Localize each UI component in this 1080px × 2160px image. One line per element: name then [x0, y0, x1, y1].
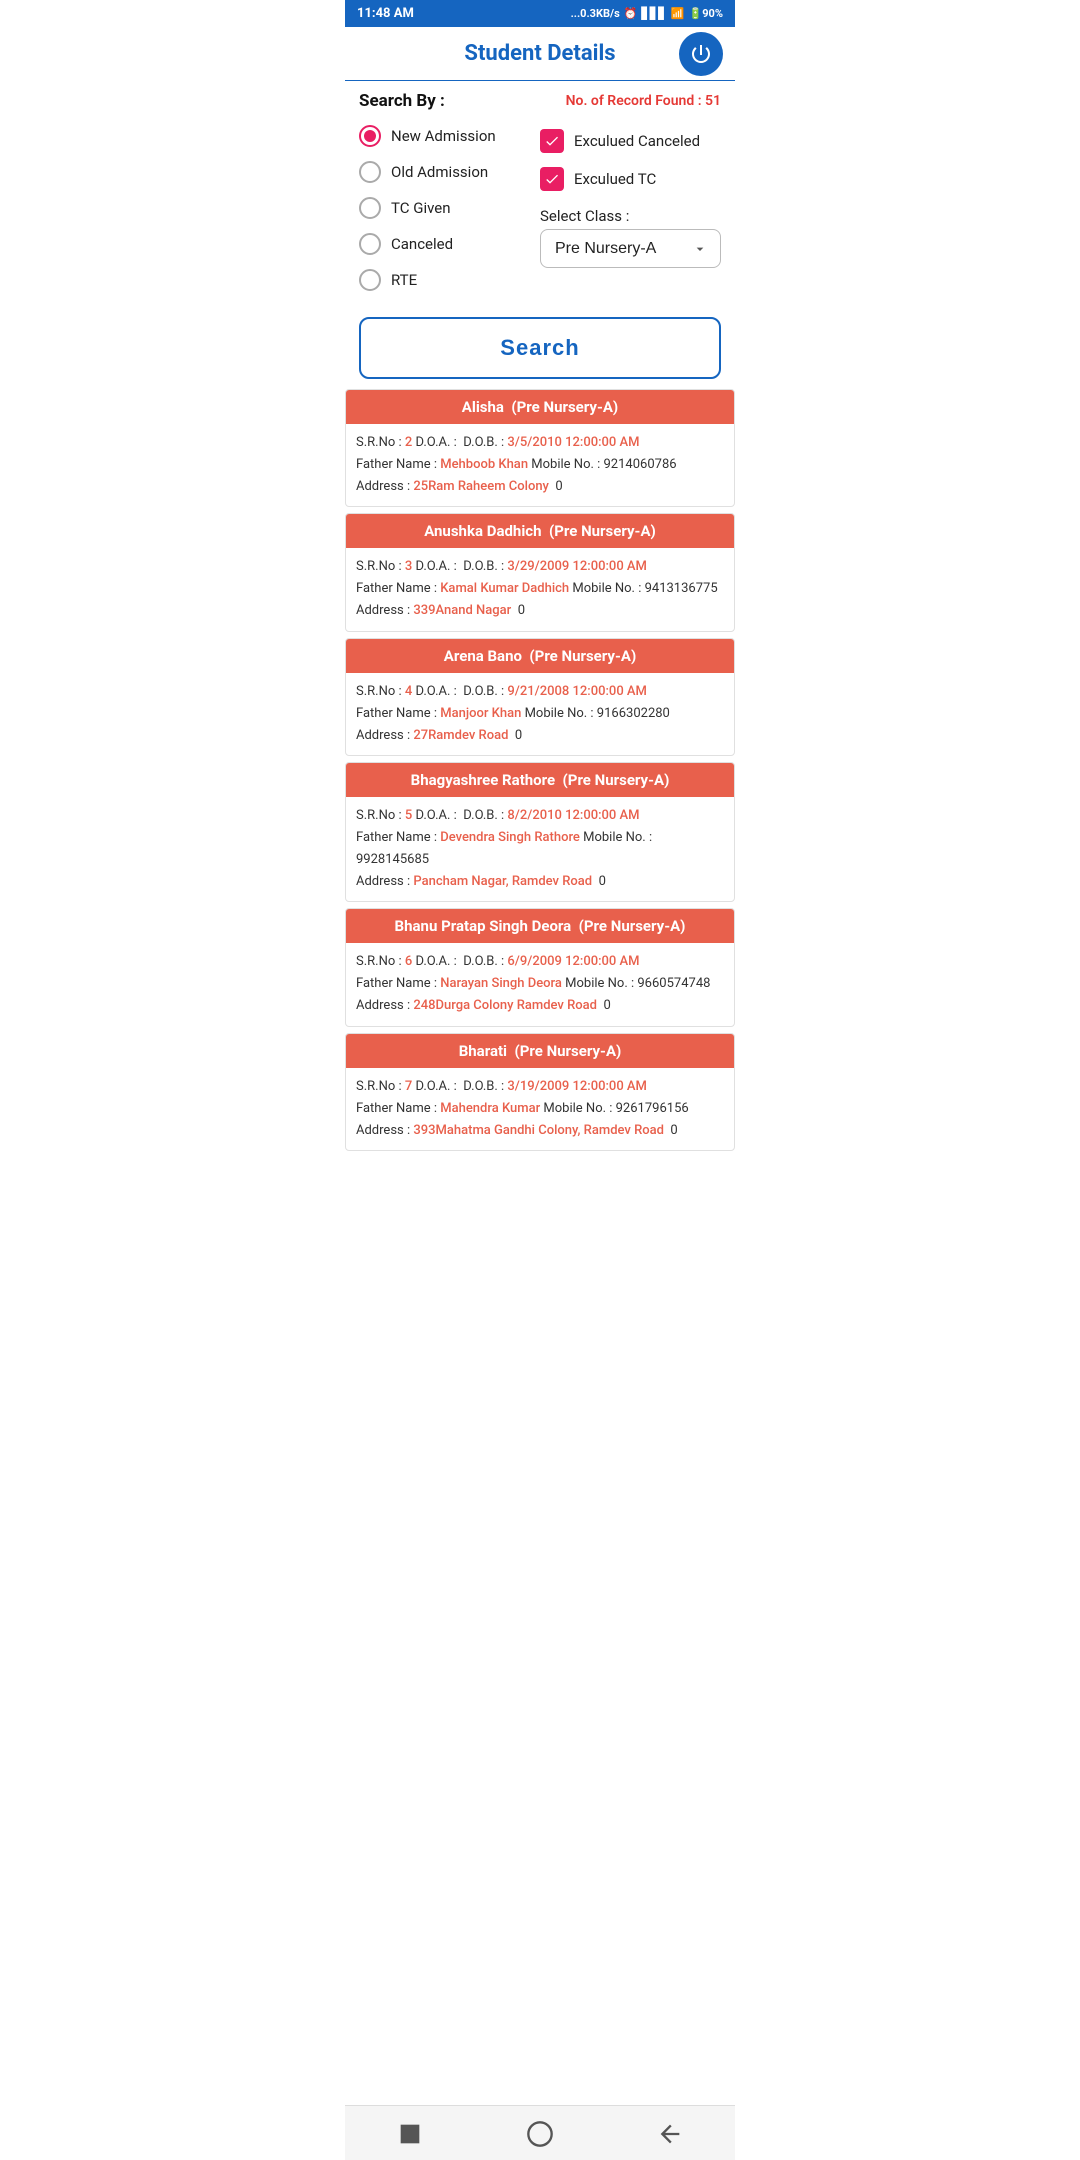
radio-circle-canceled: [359, 233, 381, 255]
checkbox-label-exculued-canceled: Exculued Canceled: [574, 132, 700, 150]
status-right: ...0.3KB/s ⏰ ▋▋▋ 📶 🔋90%: [571, 7, 723, 20]
radio-tc-given[interactable]: TC Given: [359, 193, 540, 223]
checkbox-exculued-tc[interactable]: Exculued TC: [540, 163, 721, 195]
student-info-address: Address : 248Durga Colony Ramdev Road 0: [356, 995, 724, 1017]
header: Student Details: [345, 27, 735, 81]
checkbox-exculued-canceled[interactable]: Exculued Canceled: [540, 125, 721, 157]
select-class-section: Select Class : Pre Nursery-A Pre Nursery…: [540, 207, 721, 268]
back-button[interactable]: [654, 2118, 686, 2150]
student-info-sr: S.R.No : 7 D.O.A. : D.O.B. : 3/19/2009 1…: [356, 1076, 724, 1098]
radio-rte[interactable]: RTE: [359, 265, 540, 295]
student-card-body: S.R.No : 5 D.O.A. : D.O.B. : 8/2/2010 12…: [346, 797, 734, 901]
radio-circle-new-admission: [359, 125, 381, 147]
power-icon: [689, 42, 713, 66]
radio-new-admission[interactable]: New Admission: [359, 121, 540, 151]
home-circle-icon: [526, 2120, 554, 2148]
student-info-sr: S.R.No : 6 D.O.A. : D.O.B. : 6/9/2009 12…: [356, 951, 724, 973]
student-card[interactable]: Bharati (Pre Nursery-A) S.R.No : 7 D.O.A…: [345, 1033, 735, 1151]
student-info-father: Father Name : Mahendra Kumar Mobile No. …: [356, 1098, 724, 1120]
radio-circle-tc-given: [359, 197, 381, 219]
radio-old-admission[interactable]: Old Admission: [359, 157, 540, 187]
student-card-body: S.R.No : 4 D.O.A. : D.O.B. : 9/21/2008 1…: [346, 673, 734, 755]
checkmark-icon: [544, 133, 560, 149]
radio-label-old-admission: Old Admission: [391, 163, 488, 181]
nav-bar: [345, 2105, 735, 2160]
student-info-sr: S.R.No : 3 D.O.A. : D.O.B. : 3/29/2009 1…: [356, 556, 724, 578]
student-card-body: S.R.No : 2 D.O.A. : D.O.B. : 3/5/2010 12…: [346, 424, 734, 506]
radio-circle-old-admission: [359, 161, 381, 183]
student-info-sr: S.R.No : 5 D.O.A. : D.O.B. : 8/2/2010 12…: [356, 805, 724, 827]
search-button[interactable]: Search: [359, 317, 721, 379]
status-bar: 11:48 AM ...0.3KB/s ⏰ ▋▋▋ 📶 🔋90%: [345, 0, 735, 27]
wifi-icon: 📶: [671, 7, 685, 20]
student-card[interactable]: Arena Bano (Pre Nursery-A) S.R.No : 4 D.…: [345, 638, 735, 756]
student-info-father: Father Name : Kamal Kumar Dadhich Mobile…: [356, 578, 724, 600]
filter-left: New Admission Old Admission TC Given Can…: [359, 121, 540, 295]
student-info-father: Father Name : Mehboob Khan Mobile No. : …: [356, 454, 724, 476]
filter-grid: New Admission Old Admission TC Given Can…: [359, 121, 721, 295]
student-info-address: Address : 25Ram Raheem Colony 0: [356, 476, 724, 498]
radio-label-new-admission: New Admission: [391, 127, 496, 145]
student-info-address: Address : 393Mahatma Gandhi Colony, Ramd…: [356, 1120, 724, 1142]
search-btn-container: Search: [345, 301, 735, 389]
radio-circle-rte: [359, 269, 381, 291]
search-by-label: Search By :: [359, 91, 445, 111]
student-card-body: S.R.No : 7 D.O.A. : D.O.B. : 3/19/2009 1…: [346, 1068, 734, 1150]
checkbox-box-exculued-tc: [540, 167, 564, 191]
select-class-label: Select Class :: [540, 207, 721, 225]
student-info-sr: S.R.No : 4 D.O.A. : D.O.B. : 9/21/2008 1…: [356, 681, 724, 703]
home-button[interactable]: [524, 2118, 556, 2150]
radio-label-tc-given: TC Given: [391, 199, 451, 217]
student-card-body: S.R.No : 3 D.O.A. : D.O.B. : 3/29/2009 1…: [346, 548, 734, 630]
student-card[interactable]: Alisha (Pre Nursery-A) S.R.No : 2 D.O.A.…: [345, 389, 735, 507]
student-info-father: Father Name : Devendra Singh Rathore Mob…: [356, 827, 724, 871]
student-info-sr: S.R.No : 2 D.O.A. : D.O.B. : 3/5/2010 12…: [356, 432, 724, 454]
network-speed: ...0.3KB/s: [571, 7, 620, 20]
record-count: No. of Record Found : 51: [566, 93, 721, 109]
students-list: Alisha (Pre Nursery-A) S.R.No : 2 D.O.A.…: [345, 389, 735, 1237]
page-title: Student Details: [464, 41, 615, 66]
stop-icon: [396, 2120, 424, 2148]
student-info-father: Father Name : Manjoor Khan Mobile No. : …: [356, 703, 724, 725]
power-button[interactable]: [679, 32, 723, 76]
student-info-address: Address : 339Anand Nagar 0: [356, 600, 724, 622]
student-card[interactable]: Bhagyashree Rathore (Pre Nursery-A) S.R.…: [345, 762, 735, 902]
student-info-address: Address : 27Ramdev Road 0: [356, 725, 724, 747]
stop-button[interactable]: [394, 2118, 426, 2150]
radio-canceled[interactable]: Canceled: [359, 229, 540, 259]
student-card-header: Arena Bano (Pre Nursery-A): [346, 639, 734, 673]
checkmark-icon-2: [544, 171, 560, 187]
student-card-header: Bharati (Pre Nursery-A): [346, 1034, 734, 1068]
search-section: Search By : No. of Record Found : 51 New…: [345, 81, 735, 301]
back-icon: [656, 2120, 684, 2148]
student-info-father: Father Name : Narayan Singh Deora Mobile…: [356, 973, 724, 995]
checkbox-box-exculued-canceled: [540, 129, 564, 153]
status-time: 11:48 AM: [357, 6, 414, 21]
student-card-header: Alisha (Pre Nursery-A): [346, 390, 734, 424]
student-card[interactable]: Bhanu Pratap Singh Deora (Pre Nursery-A)…: [345, 908, 735, 1026]
signal-icon: ▋▋▋: [641, 7, 666, 20]
filter-right: Exculued Canceled Exculued TC Select Cla…: [540, 121, 721, 295]
student-card-body: S.R.No : 6 D.O.A. : D.O.B. : 6/9/2009 12…: [346, 943, 734, 1025]
student-card[interactable]: Anushka Dadhich (Pre Nursery-A) S.R.No :…: [345, 513, 735, 631]
radio-label-rte: RTE: [391, 271, 417, 289]
class-select[interactable]: Pre Nursery-A Pre Nursery-B Nursery-A Nu…: [540, 229, 721, 268]
battery-icon: 🔋90%: [689, 7, 723, 20]
radio-label-canceled: Canceled: [391, 235, 453, 253]
student-card-header: Bhanu Pratap Singh Deora (Pre Nursery-A): [346, 909, 734, 943]
search-header: Search By : No. of Record Found : 51: [359, 91, 721, 111]
student-info-address: Address : Pancham Nagar, Ramdev Road 0: [356, 871, 724, 893]
student-card-header: Bhagyashree Rathore (Pre Nursery-A): [346, 763, 734, 797]
clock-icon: ⏰: [624, 7, 638, 20]
student-card-header: Anushka Dadhich (Pre Nursery-A): [346, 514, 734, 548]
checkbox-label-exculued-tc: Exculued TC: [574, 170, 656, 188]
